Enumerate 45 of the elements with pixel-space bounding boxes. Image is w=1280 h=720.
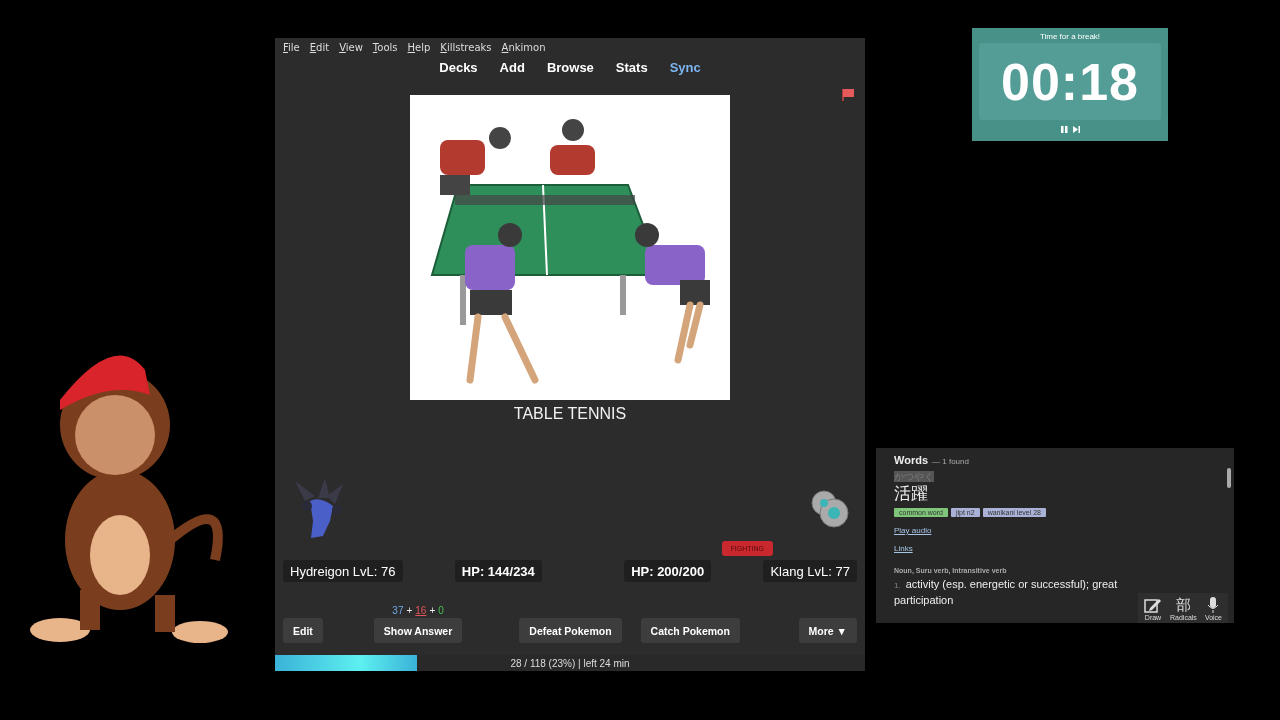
flag-icon [841, 88, 855, 102]
defeat-button[interactable]: Defeat Pokemon [519, 618, 622, 643]
menu-item[interactable]: Help [407, 41, 431, 53]
menu-item[interactable]: Killstreaks [440, 41, 492, 53]
card-count: 16 [415, 605, 427, 616]
menu-item[interactable]: File [283, 41, 300, 53]
pause-icon [1059, 125, 1069, 134]
japanese-word: 活躍 [894, 484, 929, 504]
count-separator: + [406, 605, 413, 616]
more-button[interactable]: More ▼ [798, 618, 857, 643]
definition-number: 1. [894, 581, 901, 590]
radical-glyph: 部 [1175, 597, 1191, 613]
definition-text: participation [894, 594, 954, 606]
menu-item[interactable]: Tools [372, 41, 398, 53]
timer-title: Time for a break! [1039, 31, 1101, 43]
card-count: 0 [438, 605, 444, 616]
toolbar-link[interactable]: Add [499, 59, 525, 75]
hp-label: HP: 144/234 [454, 560, 542, 582]
text-link[interactable]: Play audio [894, 526, 1216, 535]
card-count: 37 [392, 605, 404, 616]
toolbar-link[interactable]: Sync [669, 59, 701, 75]
toolbar-link[interactable]: Stats [615, 59, 648, 75]
card-caption: TABLE TENNIS [513, 405, 627, 423]
result-count: — 1 found [932, 457, 969, 466]
section-heading: Words [894, 454, 929, 466]
menu-item[interactable]: Ankimon [501, 41, 546, 53]
scrollbar-thumb [1227, 468, 1231, 488]
progress-text: 28 / 118 (23%) | left 24 min [510, 657, 630, 669]
pencil-icon [1144, 597, 1162, 613]
toolbar-link[interactable]: Browse [546, 59, 594, 75]
toolbar-link[interactable]: Decks [439, 59, 478, 75]
definition-text: activity (esp. energetic or successful); great [905, 578, 1118, 590]
answer-button[interactable]: Show Answer [373, 618, 463, 643]
menu-item[interactable]: View [339, 41, 363, 53]
edit-button[interactable]: Edit [283, 618, 323, 643]
count-separator: + [429, 605, 436, 616]
microphone-icon [1206, 597, 1221, 613]
pokemon-name-level: Klang LvL: 77 [763, 560, 857, 582]
skip-icon [1071, 125, 1081, 134]
menu-item[interactable]: Edit [309, 41, 330, 53]
hp-label: HP: 200/200 [624, 560, 712, 582]
catch-button[interactable]: Catch Pokemon [640, 618, 740, 643]
pokemon-name-level: Hydreigon LvL: 76 [283, 560, 403, 582]
text-link[interactable]: Links [894, 544, 1216, 553]
timer-time: 00:18 [1001, 51, 1139, 112]
